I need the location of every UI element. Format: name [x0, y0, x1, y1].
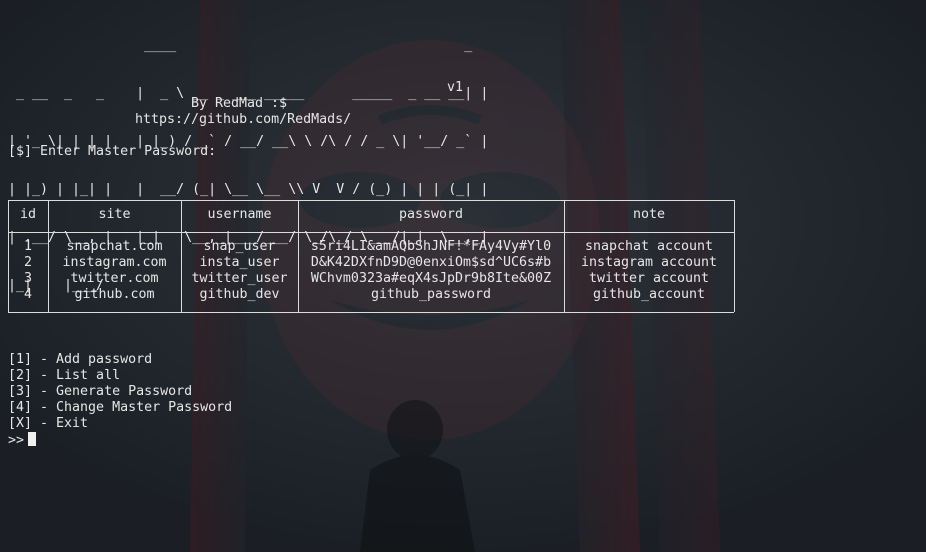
cell-note: instagram account — [580, 255, 718, 270]
cell-id: 2 — [23, 255, 32, 270]
version-label: v1 — [447, 80, 464, 95]
menu-item-generate-password: [3] - Generate Password — [8, 384, 193, 399]
cell-site: twitter.com — [70, 271, 159, 286]
cell-username: github_dev — [199, 287, 280, 302]
command-input[interactable]: >> — [8, 432, 37, 449]
cell-id: 3 — [23, 271, 32, 286]
table-col-border — [734, 200, 735, 312]
cell-site: snapchat.com — [66, 239, 163, 254]
ascii-line: ____ _ — [8, 38, 481, 53]
header-username: username — [207, 207, 272, 222]
cell-id: 1 — [23, 239, 32, 254]
header-password: password — [398, 207, 464, 222]
cell-note: twitter account — [588, 271, 710, 286]
author-line: By RedMad :$ — [191, 96, 288, 111]
menu-item-add-password: [1] - Add password — [8, 352, 153, 367]
cell-password: WChvm0323a#eqX4sJpDr9b8Ite&00Z — [310, 271, 552, 286]
cell-note: github_account — [592, 287, 706, 302]
table-border-bottom — [8, 312, 734, 313]
cell-username: snap_user — [203, 239, 276, 254]
header-id: id — [19, 207, 36, 222]
table-border-top — [8, 200, 734, 201]
github-url: https://github.com/RedMads/ — [135, 112, 352, 127]
menu-item-exit: [X] - Exit — [8, 416, 89, 431]
menu-item-change-master-password: [4] - Change Master Password — [8, 400, 233, 415]
cell-site: github.com — [74, 287, 155, 302]
cell-site: instagram.com — [62, 255, 167, 270]
header-note: note — [632, 207, 666, 222]
ascii-line: | |_) | |_| | | __/ (_| \__ \__ \\ V V /… — [8, 182, 489, 197]
menu-item-list-all: [2] - List all — [8, 368, 121, 383]
input-prompt: >> — [8, 433, 25, 448]
cell-username: twitter_user — [191, 271, 288, 286]
text-cursor — [28, 432, 37, 446]
cell-password: D&K42DXfnD9D@0enxiOm$sd^UC6s#b — [310, 255, 552, 270]
master-password-prompt: [$] Enter Master Password: — [8, 144, 217, 159]
cell-password: github_password — [370, 287, 492, 302]
cell-password: s5ri4LI&amAQbShJNF!*FAy4Vy#Yl0 — [310, 239, 552, 254]
header-site: site — [98, 207, 131, 222]
terminal: ____ _ _ __ _ _ | _ \ __ _ ___ _____ ___… — [0, 0, 926, 552]
cell-username: insta_user — [199, 255, 280, 270]
cell-note: snapchat account — [584, 239, 714, 254]
table-border-header — [8, 232, 734, 233]
cell-id: 4 — [23, 287, 32, 302]
